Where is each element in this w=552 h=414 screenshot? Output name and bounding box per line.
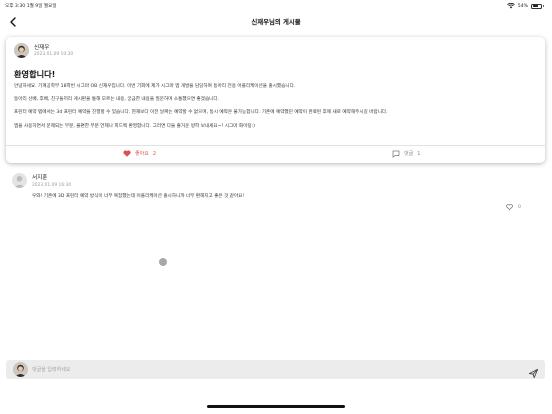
post-body-line: 프린터 예약 탭에서는 3d 프린터 예약을 진행할 수 있습니다. 현재보다 … (14, 110, 388, 116)
status-right: 54% (506, 3, 544, 9)
my-avatar (13, 362, 28, 377)
author-avatar[interactable] (14, 43, 29, 58)
like-button[interactable]: 좋아요 2 (123, 148, 156, 159)
comment-input-bar (6, 360, 545, 379)
like-label: 좋아요 (135, 151, 149, 157)
comment-count: 1 (417, 150, 421, 157)
comment-text: 우와! 기존에 3D 프린터 예약 방식이 너무 복잡했는데 어플리케이션 출시… (32, 194, 245, 199)
comment-like-button[interactable]: 0 (506, 204, 521, 210)
commenter-avatar[interactable] (12, 173, 27, 188)
wifi-icon (506, 3, 515, 9)
home-indicator (207, 405, 345, 408)
page-title: 신재우님의 게시물 (251, 18, 301, 26)
comment-label: 댓글 (404, 151, 414, 157)
commenter-name[interactable]: 서지훈 (32, 173, 47, 181)
comment-input[interactable] (32, 363, 522, 376)
status-bar: 오후 3:30 1월 9일 월요일 54% (0, 0, 552, 12)
divider (6, 145, 545, 146)
post-body-line: 안녕하세요. 기계공학부 18학번 시그마 OB 신재우입니다. 이번 기회에 … (14, 84, 296, 89)
status-time-date: 오후 3:30 1월 9일 월요일 (5, 4, 57, 9)
post-body: 안녕하세요. 기계공학부 18학번 시그마 OB 신재우입니다. 이번 기회에 … (14, 84, 539, 137)
comment-date: 2023.01.09 16:30 (32, 183, 72, 188)
default-avatar-icon (12, 173, 27, 188)
person-photo (14, 43, 29, 58)
comment-count-button[interactable]: 댓글 1 (392, 148, 420, 159)
speech-bubble-icon (392, 150, 400, 158)
post-body-line: 앱을 사용하면서 문제되는 부분, 불편한 부분 언제나 피드백 환영합니다. … (14, 123, 255, 129)
send-button[interactable] (528, 364, 539, 379)
battery-icon (531, 3, 542, 9)
like-count: 2 (152, 150, 156, 157)
post-body-line: 동아리 선배, 후배, 친구들끼리 게시판을 통해 모르는 내용, 궁금한 내용… (14, 97, 220, 103)
comment-like-count: 0 (518, 204, 521, 210)
heart-filled-icon (123, 150, 131, 157)
comment-item: 서지훈 2023.01.09 16:30 우와! 기존에 3D 프린터 예약 방… (12, 171, 542, 217)
post-date: 2023.01.09 10:30 (34, 52, 74, 57)
post-card: 신재우 2023.01.09 10:30 환영합니다! 안녕하세요. 기계공학부… (6, 37, 545, 163)
person-photo (13, 362, 28, 377)
post-author[interactable]: 신재우 (34, 43, 49, 51)
page-header: 신재우님의 게시물 (0, 12, 552, 34)
battery-percent: 54% (517, 3, 528, 9)
post-title: 환영합니다! (14, 69, 56, 79)
touch-indicator (159, 258, 167, 266)
battery-tip (543, 4, 544, 8)
send-icon (528, 368, 539, 379)
heart-outline-icon (506, 204, 513, 210)
